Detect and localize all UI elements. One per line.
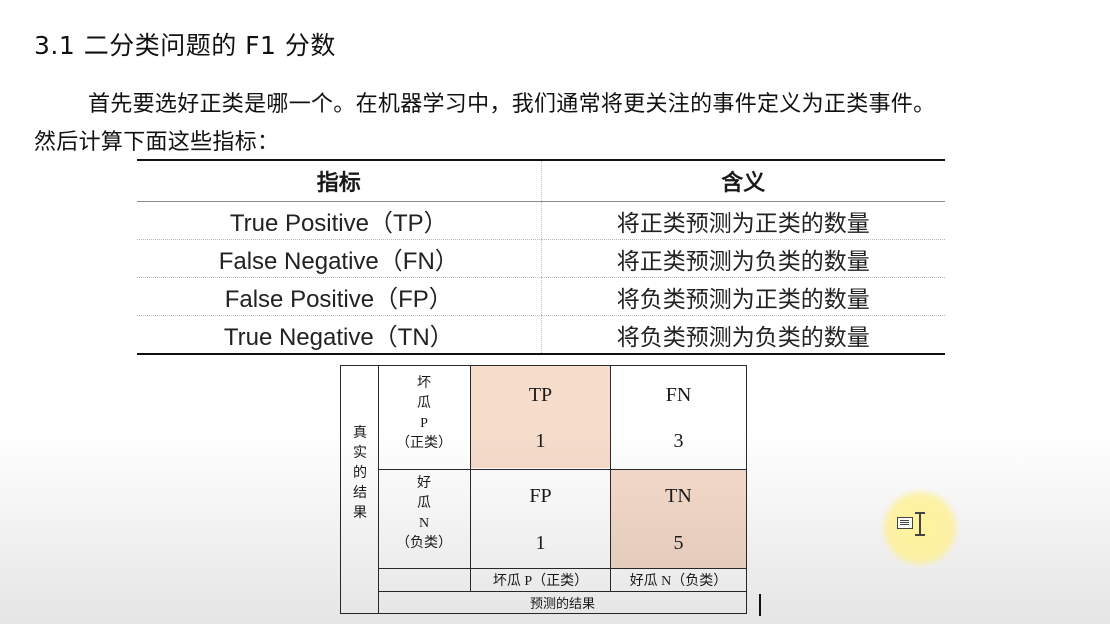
ibeam-cursor-icon: [915, 512, 925, 536]
tn-value: 5: [673, 532, 684, 554]
fp-label: FP: [529, 485, 552, 507]
axis-char: 真: [353, 426, 367, 441]
axis-char: 实: [353, 446, 367, 461]
column-label-negative: 好瓜 N（负类）: [629, 574, 728, 589]
grid-line: [378, 591, 747, 592]
actual-axis-label: 真 实 的 结 果: [348, 424, 372, 524]
row-label-positive: 坏 瓜 P （正类）: [379, 374, 469, 454]
fn-label: FN: [665, 384, 692, 406]
row-label-negative: 好 瓜 N （负类）: [379, 474, 469, 554]
grid-line: [746, 365, 747, 614]
predicted-axis-label: 预测的结果: [529, 596, 595, 611]
tp-label: TP: [528, 384, 553, 406]
row-label-char: P: [420, 416, 428, 431]
axis-char: 结: [353, 486, 367, 501]
row-label-char: 瓜: [417, 496, 431, 511]
row-label-char: 好: [417, 476, 431, 491]
grid-line: [378, 568, 747, 569]
grid-line: [340, 365, 341, 614]
row-label-char: N: [418, 516, 430, 531]
row-label-char: （负类）: [396, 536, 452, 551]
axis-char: 的: [353, 466, 367, 481]
axis-char: 果: [353, 506, 367, 521]
fn-value: 3: [673, 430, 684, 452]
text-caret: [759, 594, 761, 616]
tp-value: 1: [535, 430, 546, 452]
fp-value: 1: [535, 532, 546, 554]
grid-line: [378, 469, 747, 470]
grid-line: [340, 365, 747, 366]
row-label-char: 坏: [417, 376, 431, 391]
grid-line: [340, 613, 747, 614]
document-icon: [897, 517, 913, 529]
row-label-char: （正类）: [396, 436, 452, 451]
tn-label: TN: [665, 485, 692, 507]
row-label-char: 瓜: [417, 396, 431, 411]
column-label-positive: 坏瓜 P（正类）: [492, 574, 589, 589]
